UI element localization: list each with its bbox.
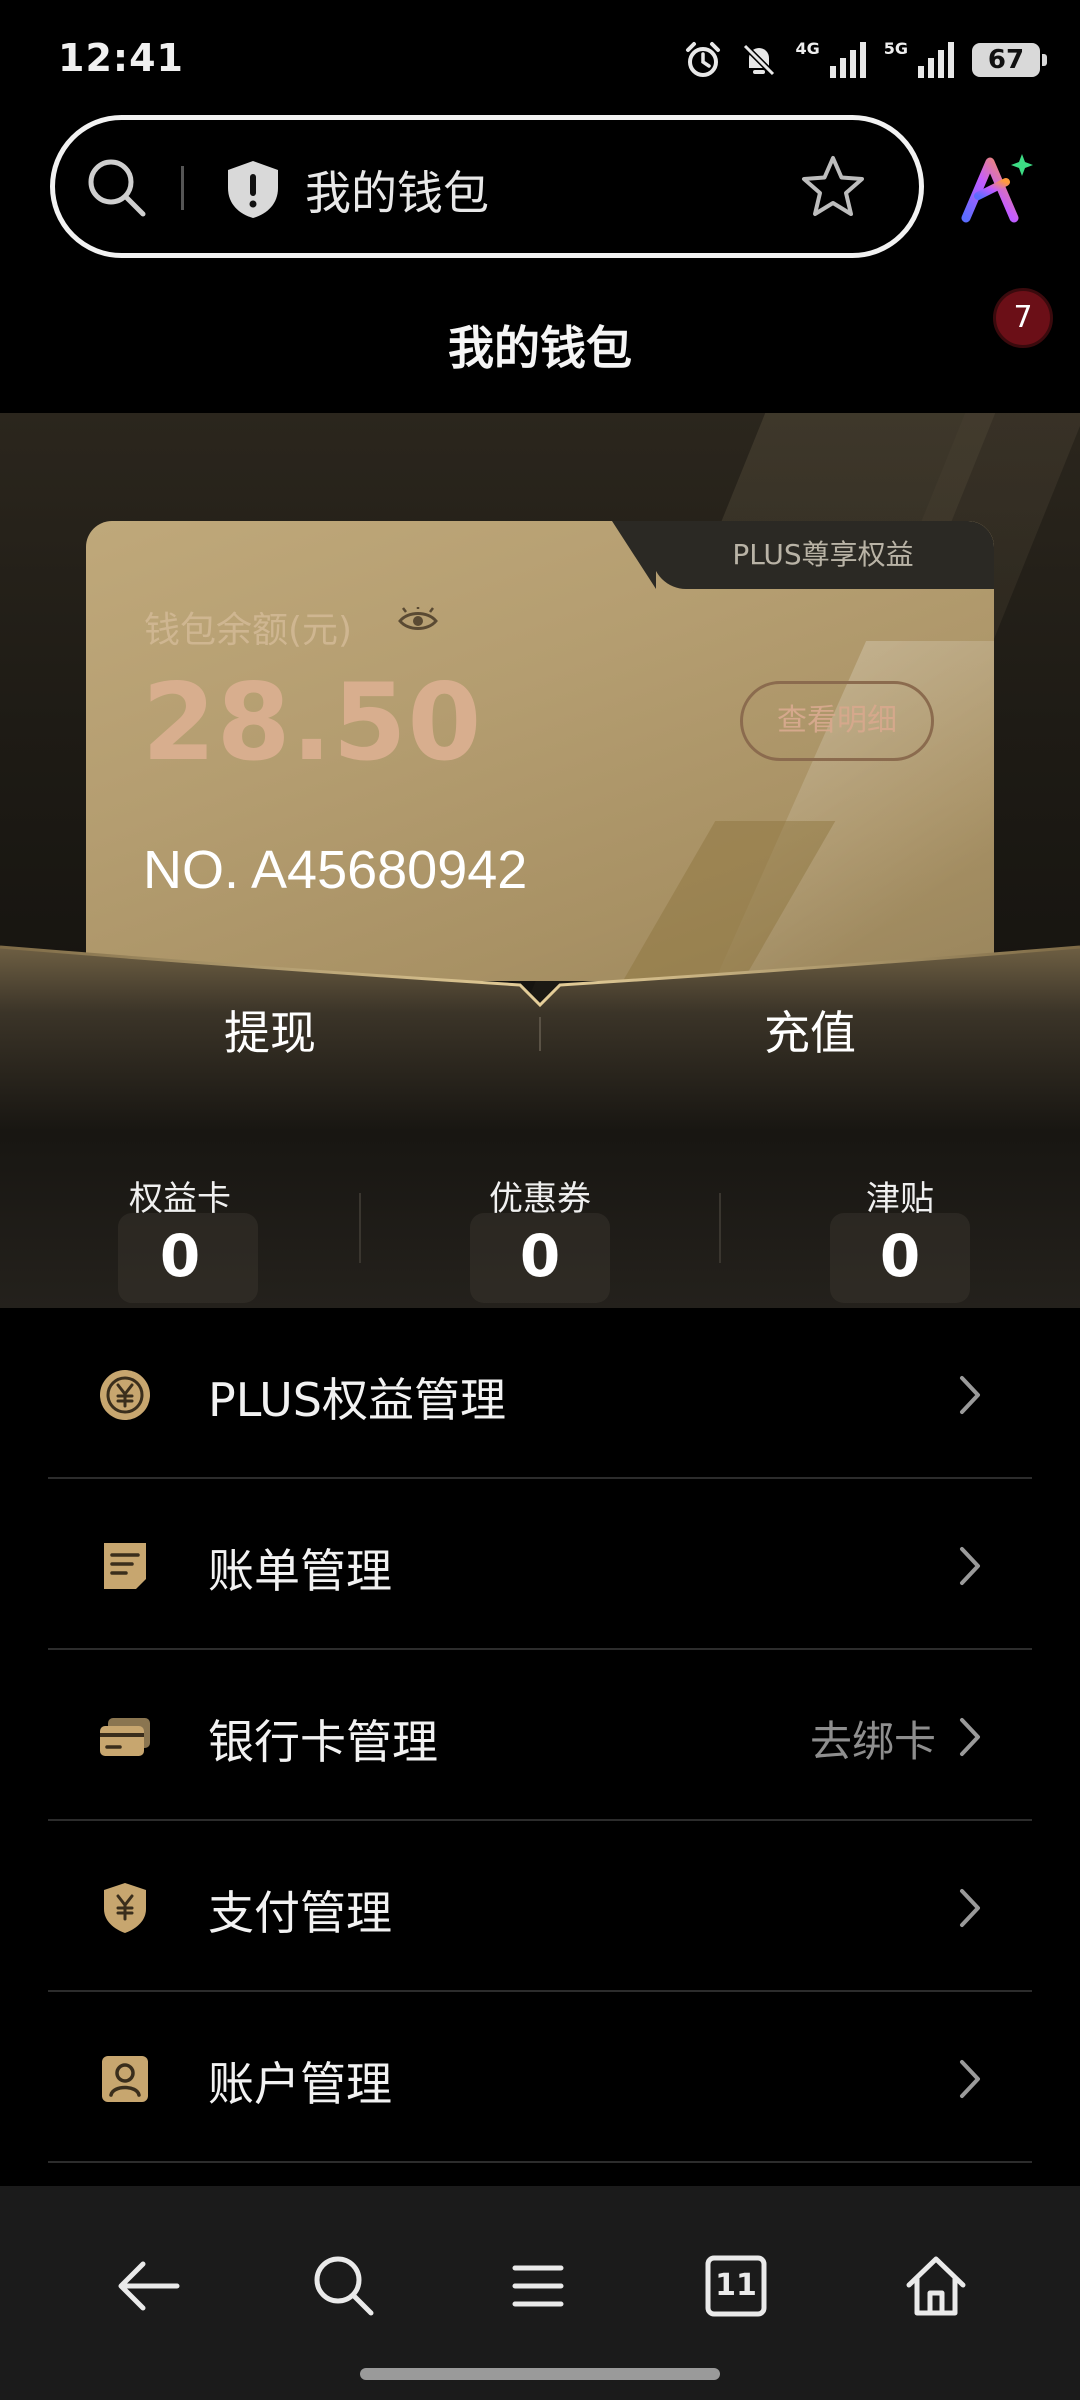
bank-card-icon xyxy=(100,1718,150,1756)
stat-label: 优惠券 xyxy=(489,1179,591,1219)
menu-item-account[interactable]: 账户管理 xyxy=(48,1992,1032,2163)
wallet-menu: PLUS权益管理 账单管理 银行卡管理 去绑卡 支付管理 账户管理 xyxy=(48,1308,1032,2163)
browser-bottom-nav: 11 xyxy=(0,2186,1080,2400)
menu-item-bills[interactable]: 账单管理 xyxy=(48,1479,1032,1650)
menu-label: 账户管理 xyxy=(208,2057,392,2111)
home-icon xyxy=(906,2256,966,2316)
balance-label: 钱包余额(元) xyxy=(144,610,353,651)
view-details-button[interactable]: 查看明细 xyxy=(740,681,934,761)
stat-value: 0 xyxy=(519,1222,561,1290)
network-4g-label: 4G xyxy=(795,38,820,58)
card-number: NO. A45680942 xyxy=(143,840,528,900)
status-bar: 12:41 4G 5G 67 xyxy=(0,0,1080,110)
withdraw-button[interactable]: 提现 xyxy=(120,973,420,1093)
network-5g-label: 5G xyxy=(883,38,908,58)
star-bookmark-icon[interactable] xyxy=(799,154,867,220)
menu-label: 银行卡管理 xyxy=(208,1715,438,1769)
stat-label: 权益卡 xyxy=(129,1179,231,1219)
status-time: 12:41 xyxy=(58,36,184,80)
wallet-hero: PLUS尊享权益 钱包余额(元) 28.50 查看明细 NO. A4568094… xyxy=(0,413,1080,1308)
page-title: 我的钱包 xyxy=(448,321,632,375)
notification-badge[interactable]: 7 xyxy=(993,288,1053,348)
payment-shield-icon xyxy=(104,1883,146,1933)
search-icon xyxy=(314,2256,374,2316)
chevron-right-icon xyxy=(960,1718,980,1756)
chevron-right-icon xyxy=(960,2060,980,2098)
wallet-card: PLUS尊享权益 钱包余额(元) 28.50 查看明细 NO. A4568094… xyxy=(86,521,994,981)
balance-value: 28.50 xyxy=(142,661,483,784)
coin-icon xyxy=(100,1370,150,1420)
home-indicator[interactable] xyxy=(360,2368,720,2380)
plus-benefits-tab[interactable]: PLUS尊享权益 xyxy=(652,521,994,589)
stat-value: 0 xyxy=(159,1222,201,1290)
menu-item-bank-cards[interactable]: 银行卡管理 去绑卡 xyxy=(48,1650,1032,1821)
hamburger-menu-icon xyxy=(512,2265,564,2307)
chevron-right-icon xyxy=(960,1376,980,1414)
search-divider xyxy=(181,166,184,210)
mute-bell-icon xyxy=(743,43,776,77)
menu-label: 支付管理 xyxy=(208,1886,392,1940)
menu-button[interactable] xyxy=(488,2236,588,2336)
alarm-icon xyxy=(686,42,721,77)
stat-benefit-cards[interactable]: 权益卡 0 xyxy=(0,1171,360,1290)
security-shield-icon[interactable] xyxy=(223,158,283,220)
action-divider xyxy=(539,1017,541,1051)
stats-row: 权益卡 0 优惠券 0 津贴 0 xyxy=(0,1133,1080,1308)
search-text[interactable]: 我的钱包 xyxy=(305,157,489,223)
eye-icon[interactable] xyxy=(398,607,438,635)
stat-label: 津贴 xyxy=(866,1179,934,1219)
search-nav-button[interactable] xyxy=(294,2236,394,2336)
recharge-button[interactable]: 充值 xyxy=(660,973,960,1093)
bill-icon xyxy=(104,1543,146,1589)
home-button[interactable] xyxy=(886,2236,986,2336)
search-icon[interactable] xyxy=(85,156,149,220)
stat-allowance[interactable]: 津贴 0 xyxy=(720,1171,1080,1290)
back-button[interactable] xyxy=(98,2236,198,2336)
address-search-bar[interactable]: 我的钱包 xyxy=(50,115,924,258)
battery-indicator: 67 xyxy=(972,43,1047,77)
menu-item-payment[interactable]: 支付管理 xyxy=(48,1821,1032,1992)
menu-item-plus-benefits[interactable]: PLUS权益管理 xyxy=(48,1308,1032,1479)
tab-count: 11 xyxy=(715,2268,757,2303)
stat-value: 0 xyxy=(879,1222,921,1290)
bind-card-link[interactable]: 去绑卡 xyxy=(810,1708,936,1769)
signal-icon xyxy=(829,42,866,78)
arrow-left-icon xyxy=(118,2261,180,2311)
menu-label: 账单管理 xyxy=(208,1544,392,1598)
account-icon xyxy=(102,2056,148,2102)
chevron-right-icon xyxy=(960,1547,980,1585)
menu-label: PLUS权益管理 xyxy=(208,1373,506,1427)
chevron-right-icon xyxy=(960,1889,980,1927)
ai-assistant-icon[interactable] xyxy=(958,152,1034,224)
stat-coupons[interactable]: 优惠券 0 xyxy=(360,1171,720,1290)
tabs-button[interactable]: 11 xyxy=(686,2236,786,2336)
signal-icon-2 xyxy=(918,42,954,78)
status-icons: 4G 5G 67 xyxy=(683,36,1047,84)
